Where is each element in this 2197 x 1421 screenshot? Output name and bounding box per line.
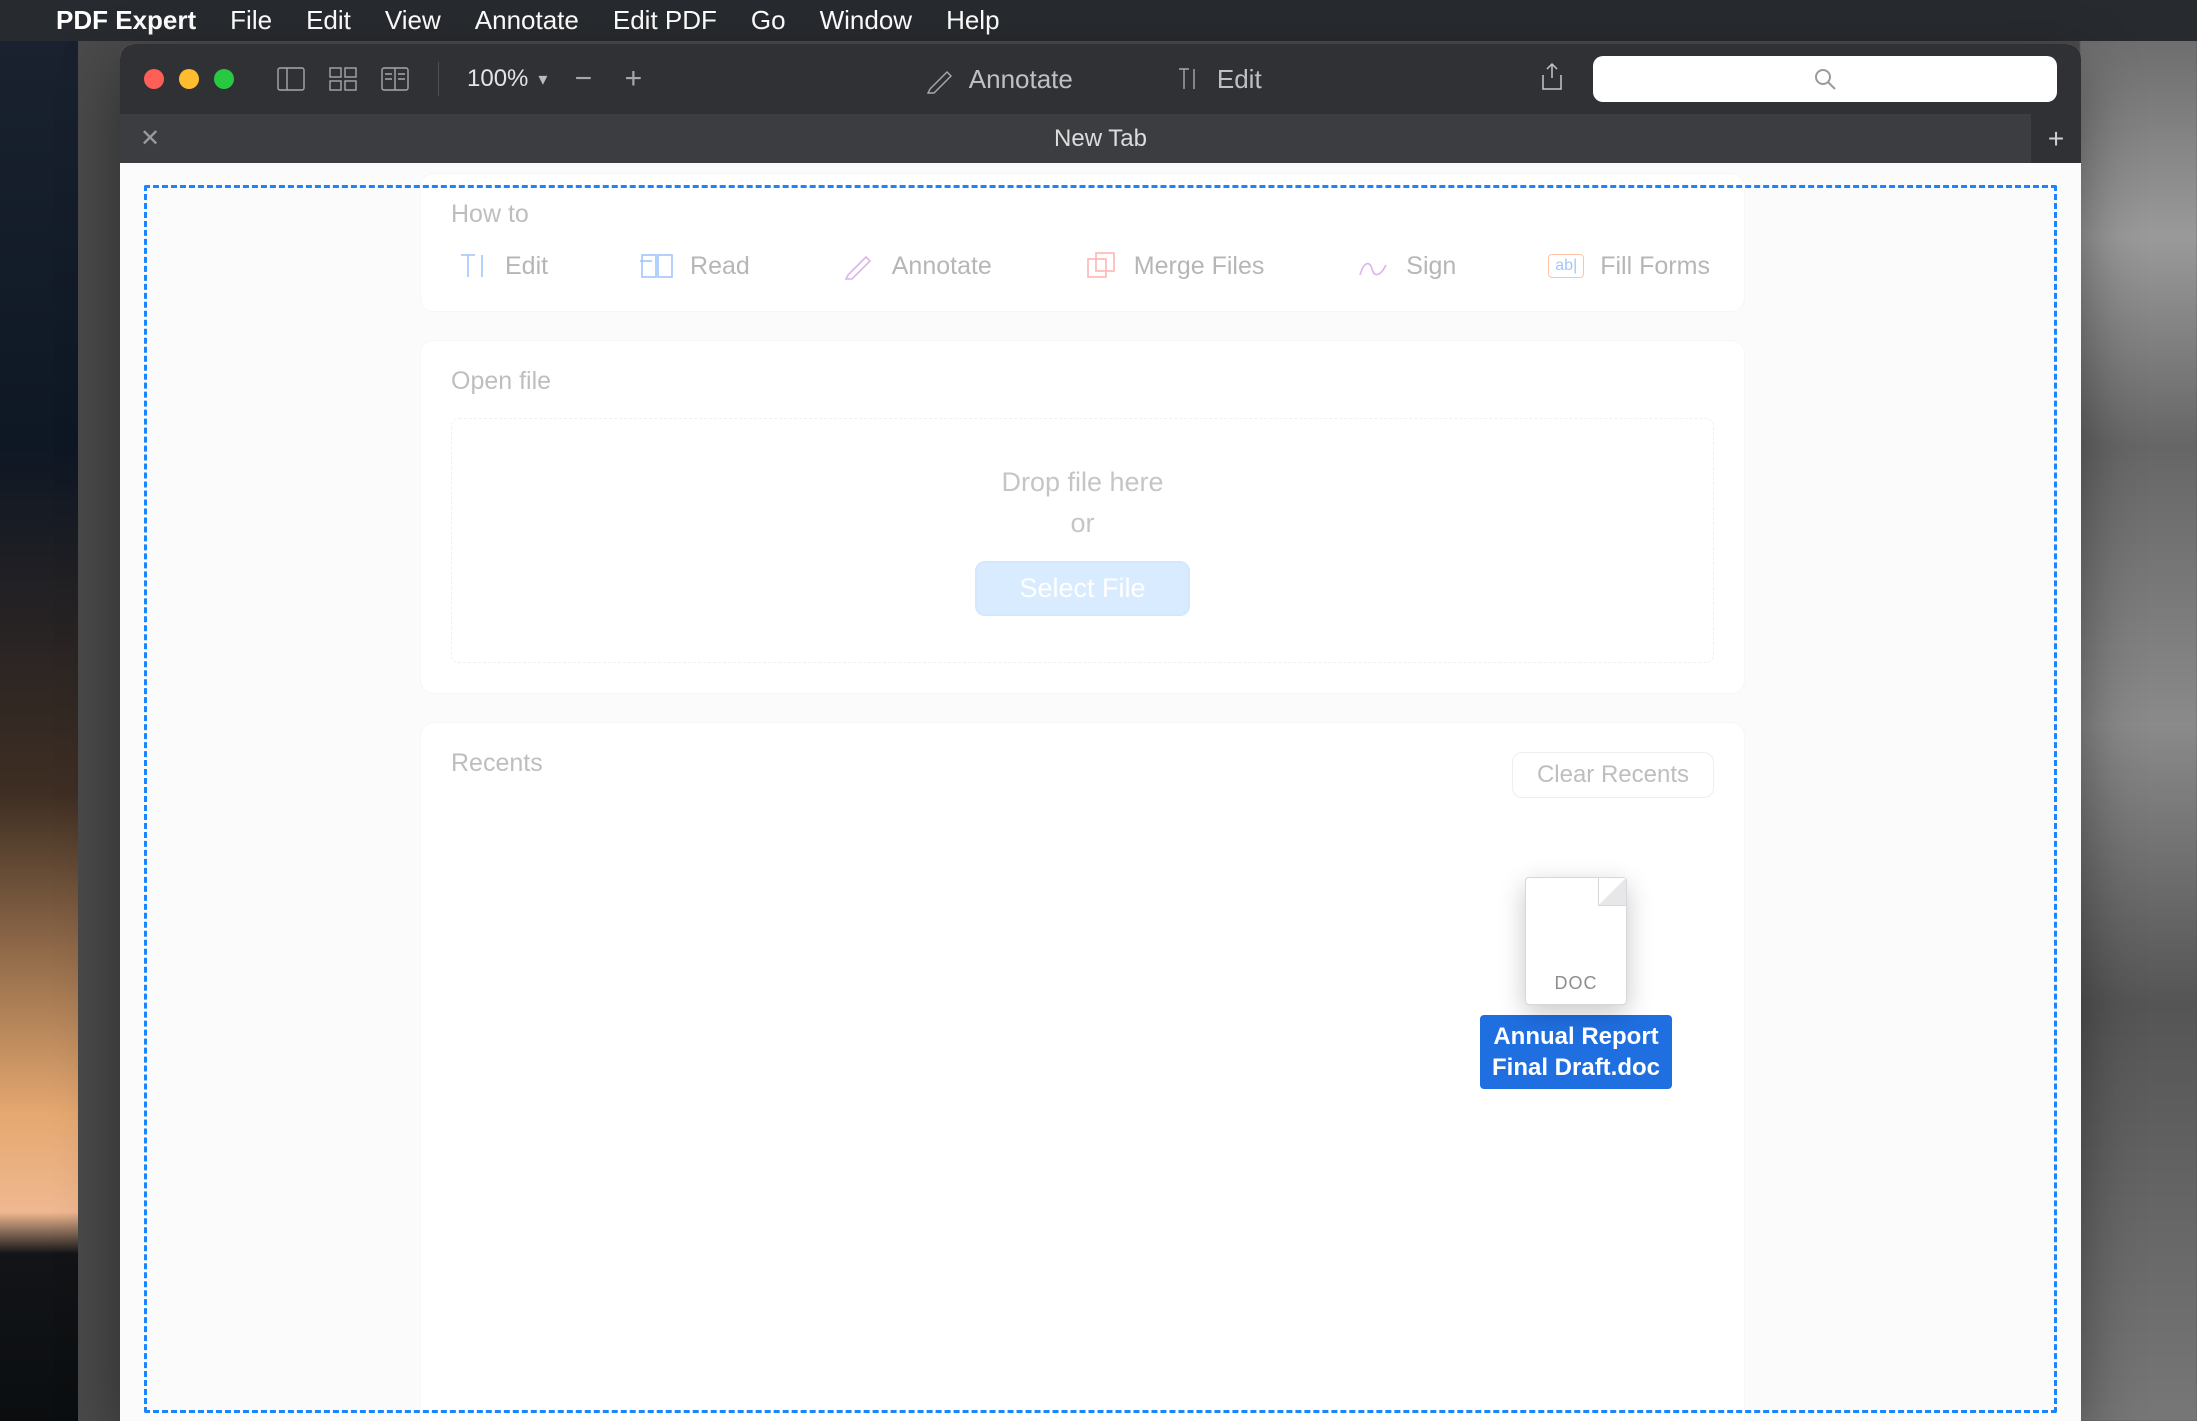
chevron-down-icon: ▾: [538, 69, 547, 90]
desktop-bg-left: [0, 28, 78, 1421]
tab-title: New Tab: [1054, 125, 1147, 153]
openfile-title: Open file: [451, 367, 1714, 396]
menu-go[interactable]: Go: [751, 5, 786, 36]
annotate-mode-button[interactable]: Annotate: [925, 64, 1073, 95]
share-icon[interactable]: [1539, 62, 1565, 97]
window-toolbar: 100% ▾ − + Annotate Edit: [120, 44, 2081, 114]
menu-editpdf[interactable]: Edit PDF: [613, 5, 717, 36]
drop-zone[interactable]: Drop file here or Select File: [451, 418, 1714, 663]
clear-recents-button[interactable]: Clear Recents: [1512, 752, 1714, 798]
drop-or-text: or: [1070, 508, 1094, 539]
page-fold-icon: [1598, 878, 1626, 906]
howto-merge-label: Merge Files: [1134, 252, 1265, 281]
howto-edit[interactable]: Edit: [455, 251, 548, 281]
thumbnails-view-icon[interactable]: [328, 65, 358, 93]
howto-sign-label: Sign: [1406, 252, 1456, 281]
howto-panel: How to Edit Read Annotate: [420, 173, 1745, 312]
openfile-panel: Open file Drop file here or Select File: [420, 340, 1745, 694]
howto-annotate-label: Annotate: [892, 252, 992, 281]
menu-view[interactable]: View: [385, 5, 441, 36]
menu-window[interactable]: Window: [820, 5, 912, 36]
dragged-file-ext: DOC: [1555, 973, 1598, 994]
annotate-mode-label: Annotate: [969, 64, 1073, 95]
dragged-file-preview[interactable]: DOC Annual ReportFinal Draft.doc: [1480, 877, 1672, 1089]
select-file-button[interactable]: Select File: [975, 561, 1189, 616]
desktop-bg-right: [2080, 28, 2197, 1421]
window-minimize-button[interactable]: [179, 69, 199, 89]
menu-help[interactable]: Help: [946, 5, 999, 36]
edit-mode-button[interactable]: Edit: [1173, 64, 1262, 95]
toolbar-right-group: [1539, 56, 2057, 102]
window-close-button[interactable]: [144, 69, 164, 89]
dragged-file-name: Annual ReportFinal Draft.doc: [1480, 1015, 1672, 1089]
app-window: 100% ▾ − + Annotate Edit ✕ New Ta: [120, 44, 2081, 1421]
tab-close-button[interactable]: ✕: [140, 124, 160, 153]
zoom-in-button[interactable]: +: [619, 62, 647, 96]
two-page-view-icon[interactable]: [380, 65, 410, 93]
toolbar-divider: [438, 62, 439, 96]
howto-read-label: Read: [690, 252, 750, 281]
fill-form-badge-icon: ab|: [1548, 254, 1584, 278]
sidebar-toggle-icon[interactable]: [276, 65, 306, 93]
toolbar-center-group: Annotate Edit: [925, 64, 1262, 95]
dragged-file-icon: DOC: [1525, 877, 1627, 1005]
howto-merge[interactable]: Merge Files: [1084, 251, 1265, 281]
drop-text: Drop file here: [1001, 467, 1163, 498]
recents-title: Recents: [451, 749, 543, 778]
zoom-out-button[interactable]: −: [569, 62, 597, 96]
zoom-level-label: 100%: [467, 65, 528, 93]
content-area: How to Edit Read Annotate: [120, 163, 2081, 1421]
zoom-level-control[interactable]: 100% ▾: [467, 65, 547, 93]
howto-fill-label: Fill Forms: [1600, 252, 1710, 281]
document-tabbar: ✕ New Tab +: [120, 114, 2081, 163]
howto-read[interactable]: Read: [640, 251, 750, 281]
menu-file[interactable]: File: [230, 5, 272, 36]
traffic-lights: [144, 69, 234, 89]
howto-sign[interactable]: Sign: [1356, 251, 1456, 281]
howto-edit-label: Edit: [505, 252, 548, 281]
howto-fillforms[interactable]: ab| Fill Forms: [1548, 252, 1710, 281]
howto-annotate[interactable]: Annotate: [842, 251, 992, 281]
app-name[interactable]: PDF Expert: [56, 5, 196, 36]
howto-title: How to: [451, 200, 1714, 229]
search-input[interactable]: [1593, 56, 2057, 102]
new-tab-button[interactable]: +: [2031, 114, 2081, 163]
macos-menubar: PDF Expert File Edit View Annotate Edit …: [0, 0, 2197, 41]
menu-edit[interactable]: Edit: [306, 5, 351, 36]
window-zoom-button[interactable]: [214, 69, 234, 89]
menu-annotate[interactable]: Annotate: [475, 5, 579, 36]
edit-mode-label: Edit: [1217, 64, 1262, 95]
